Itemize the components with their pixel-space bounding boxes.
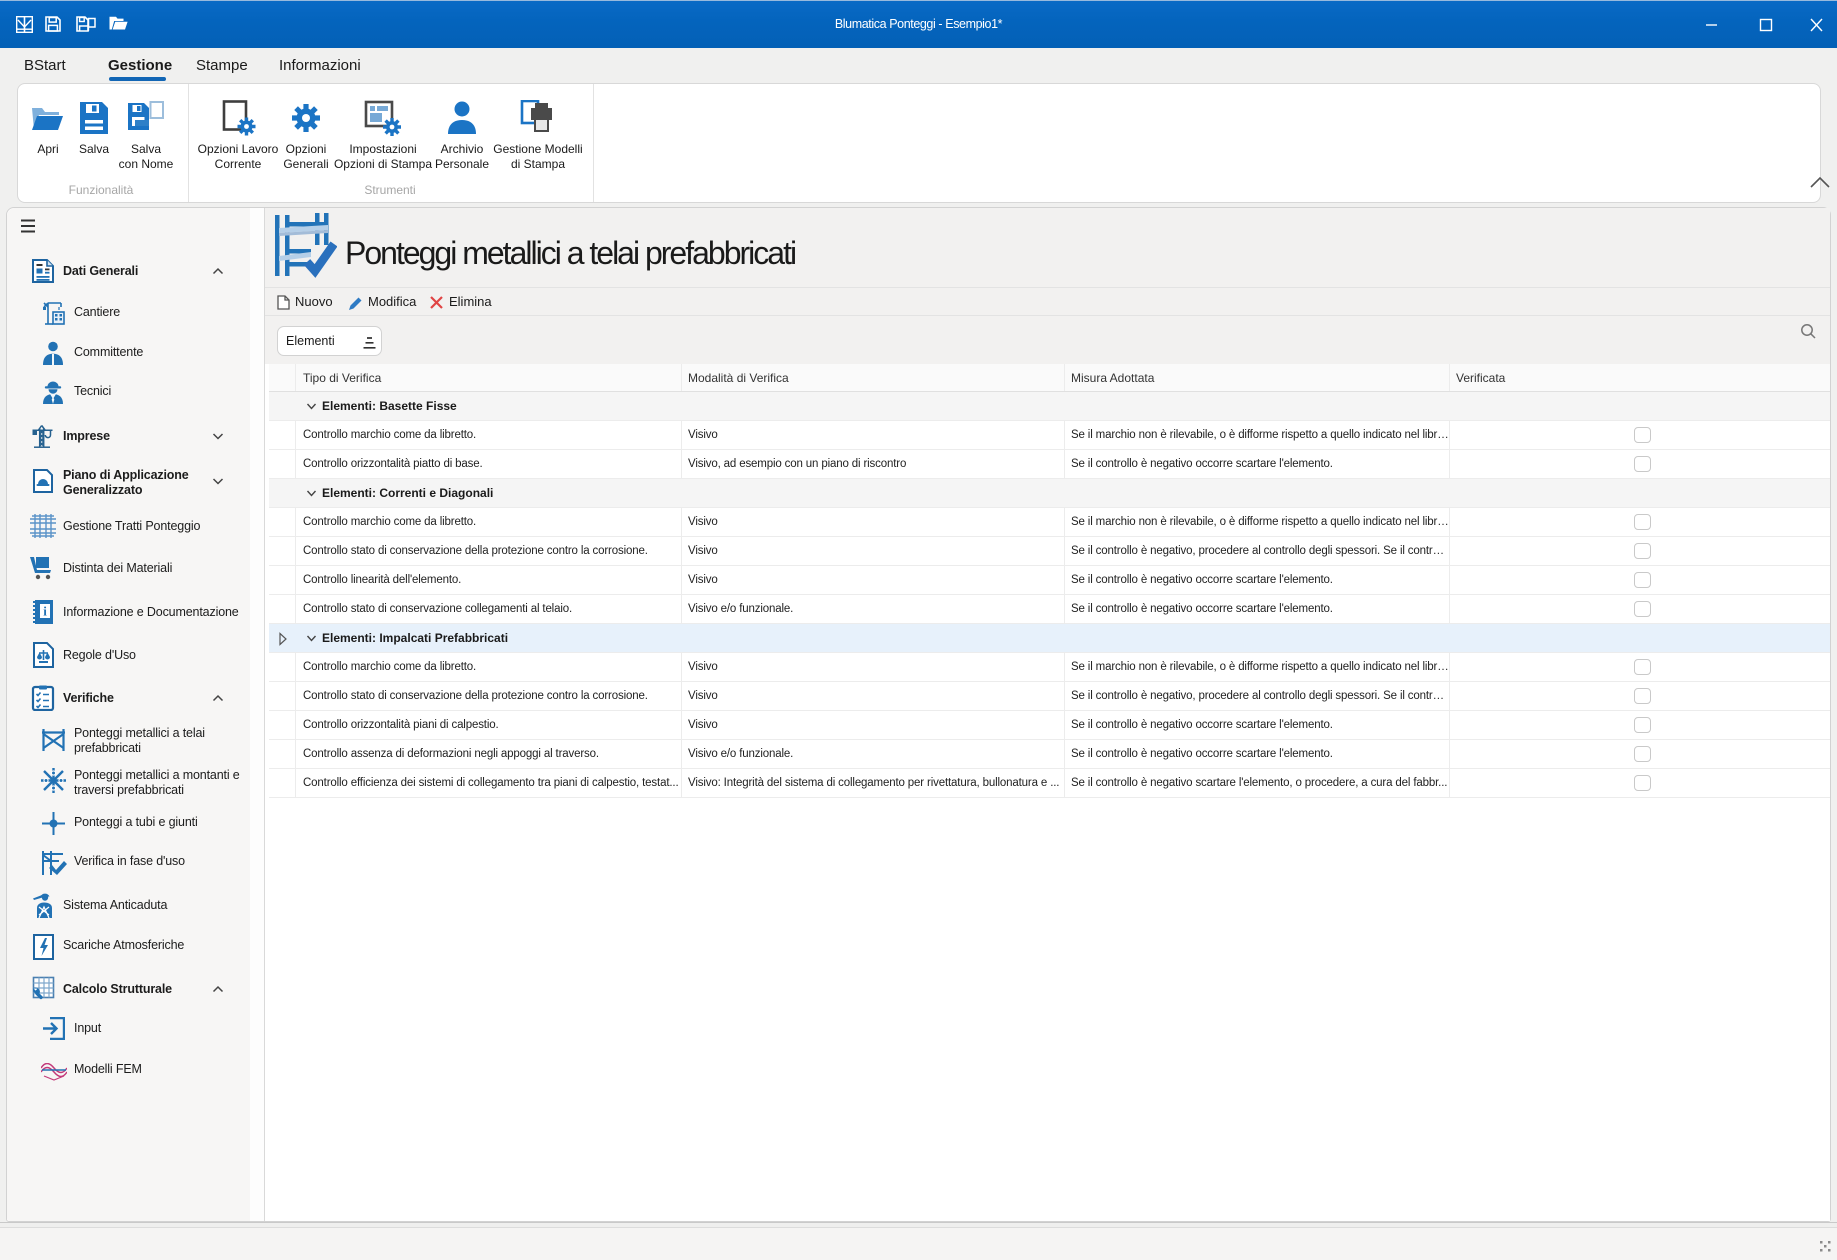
svg-text:i: i bbox=[43, 604, 47, 619]
